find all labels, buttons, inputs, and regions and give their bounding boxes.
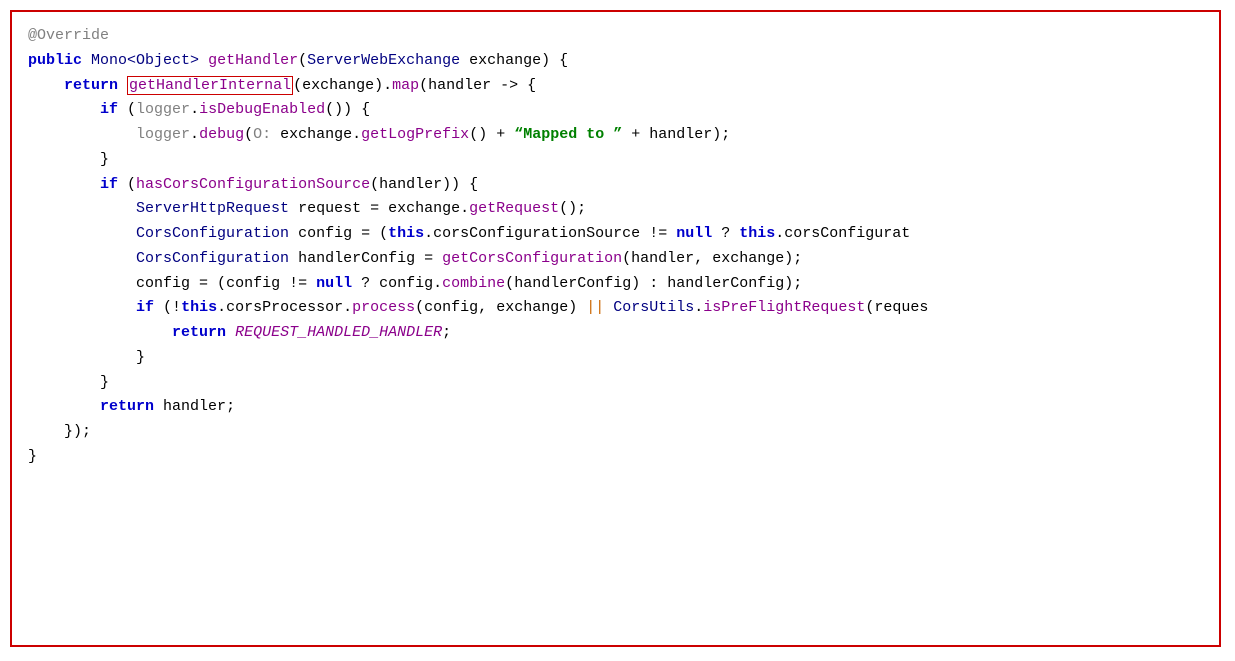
- ref-config-check: config: [226, 275, 280, 292]
- var-config: config: [298, 225, 352, 242]
- keyword-this-2: this: [739, 225, 775, 242]
- method-debug: debug: [199, 126, 244, 143]
- code-line-3: return getHandlerInternal(exchange).map(…: [28, 74, 1203, 99]
- code-line-2: public Mono<Object> getHandler(ServerWeb…: [28, 49, 1203, 74]
- method-getcorsconfiguration: getCorsConfiguration: [442, 250, 622, 267]
- method-gethandler: getHandler: [208, 52, 298, 69]
- method-getrequest: getRequest: [469, 200, 559, 217]
- code-line-14: }: [28, 346, 1203, 371]
- field-corsprocessor: corsProcessor: [226, 299, 343, 316]
- keyword-null-2: null: [316, 275, 352, 292]
- code-line-17: });: [28, 420, 1203, 445]
- method-ispreflightrequest: isPreFlightRequest: [703, 299, 865, 316]
- param-exchange-2: exchange: [302, 77, 374, 94]
- code-line-6: }: [28, 148, 1203, 173]
- code-line-10: CorsConfiguration handlerConfig = getCor…: [28, 247, 1203, 272]
- ref-handlerconfig-2: handlerConfig: [667, 275, 784, 292]
- method-map: map: [392, 77, 419, 94]
- param-handler: handler: [428, 77, 491, 94]
- method-getlogprefix: getLogPrefix: [361, 126, 469, 143]
- ref-handler-return: handler: [163, 398, 226, 415]
- annotation-override: @Override: [28, 27, 109, 44]
- ref-exchange-getlogprefix: exchange: [280, 126, 352, 143]
- method-hascorsconfigurationsource: hasCorsConfigurationSource: [136, 176, 370, 193]
- ref-handlerconfig: handlerConfig: [514, 275, 631, 292]
- string-mapped-to: “Mapped to ”: [514, 126, 622, 143]
- ref-logger-1: logger: [136, 101, 190, 118]
- keyword-return-1: return: [64, 77, 118, 94]
- keyword-if-1: if: [100, 101, 118, 118]
- ref-logger-2: logger: [136, 126, 190, 143]
- code-line-15: }: [28, 371, 1203, 396]
- code-block: @Override public Mono<Object> getHandler…: [10, 10, 1221, 647]
- const-request-handled-handler: REQUEST_HANDLED_HANDLER: [235, 324, 442, 341]
- keyword-public: public: [28, 52, 82, 69]
- type-corsutils: CorsUtils: [613, 299, 694, 316]
- type-corsconfiguration-1: CorsConfiguration: [136, 225, 289, 242]
- ref-reques: reques: [874, 299, 928, 316]
- keyword-null-1: null: [676, 225, 712, 242]
- method-process: process: [352, 299, 415, 316]
- operator-or: ||: [586, 299, 604, 316]
- ref-config-combine: config: [379, 275, 433, 292]
- type-serverhttprequest: ServerHttpRequest: [136, 200, 289, 217]
- code-line-12: if (!this.corsProcessor.process(config, …: [28, 296, 1203, 321]
- keyword-return-3: return: [100, 398, 154, 415]
- type-serverwebexchange: ServerWebExchange: [307, 52, 460, 69]
- method-combine: combine: [442, 275, 505, 292]
- field-corsconfigurationsource: corsConfigurationSource: [433, 225, 640, 242]
- code-line-1: @Override: [28, 24, 1203, 49]
- method-isdebugenabled: isDebugEnabled: [199, 101, 325, 118]
- method-gethandlerinternal-highlighted: getHandlerInternal: [127, 76, 293, 95]
- keyword-if-3: if: [136, 299, 154, 316]
- param-handler-3: handler: [631, 250, 694, 267]
- param-handler-2: handler: [379, 176, 442, 193]
- var-config-2: config: [136, 275, 190, 292]
- param-exchange-4: exchange: [712, 250, 784, 267]
- code-line-13: return REQUEST_HANDLED_HANDLER;: [28, 321, 1203, 346]
- param-exchange-5: exchange: [496, 299, 568, 316]
- ref-handler-1: handler: [649, 126, 712, 143]
- code-line-5: logger.debug(O: exchange.getLogPrefix() …: [28, 123, 1203, 148]
- code-line-18: }: [28, 445, 1203, 470]
- param-config-2: config: [424, 299, 478, 316]
- code-line-16: return handler;: [28, 395, 1203, 420]
- ref-corsconfigurat: corsConfigurat: [784, 225, 910, 242]
- type-corsconfiguration-2: CorsConfiguration: [136, 250, 289, 267]
- var-request: request: [298, 200, 361, 217]
- type-mono: Mono<Object>: [91, 52, 199, 69]
- var-handlerconfig: handlerConfig: [298, 250, 415, 267]
- code-line-7: if (hasCorsConfigurationSource(handler))…: [28, 173, 1203, 198]
- code-line-4: if (logger.isDebugEnabled()) {: [28, 98, 1203, 123]
- keyword-return-2: return: [172, 324, 226, 341]
- keyword-if-2: if: [100, 176, 118, 193]
- ref-exchange-3: exchange: [388, 200, 460, 217]
- ref-o: O:: [253, 126, 271, 143]
- code-line-9: CorsConfiguration config = (this.corsCon…: [28, 222, 1203, 247]
- code-line-8: ServerHttpRequest request = exchange.get…: [28, 197, 1203, 222]
- param-exchange: exchange: [469, 52, 541, 69]
- keyword-this-1: this: [388, 225, 424, 242]
- code-line-11: config = (config != null ? config.combin…: [28, 272, 1203, 297]
- keyword-this-3: this: [181, 299, 217, 316]
